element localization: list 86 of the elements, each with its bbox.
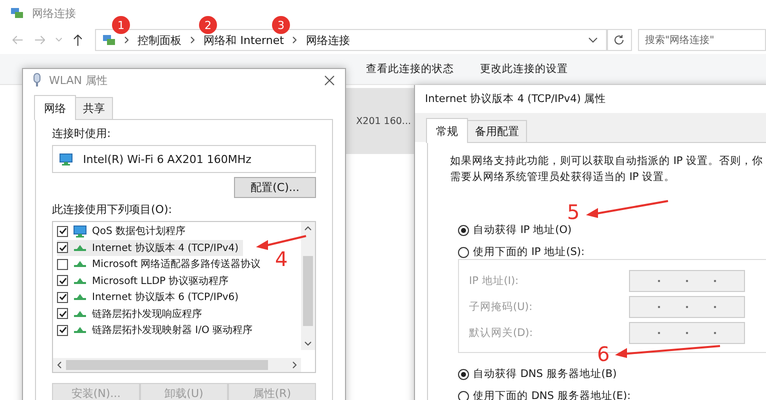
number-badge: 3 bbox=[272, 16, 290, 34]
toolbar-item[interactable]: 查看此连接的状态 bbox=[366, 62, 454, 76]
list-item[interactable]: 链路层拓扑发现映射器 I/O 驱动程序 bbox=[57, 322, 257, 338]
radio-label[interactable]: 使用下面的 IP 地址(S): bbox=[473, 245, 584, 259]
dialog-title: Internet 协议版本 4 (TCP/IPv4) 属性 bbox=[425, 92, 606, 106]
protocol-icon bbox=[73, 310, 87, 318]
network-folder-icon bbox=[10, 7, 24, 19]
number-badge: 2 bbox=[199, 16, 217, 34]
annotation-number: 4 bbox=[275, 247, 288, 271]
refresh-icon bbox=[613, 34, 626, 46]
monitor-icon bbox=[73, 224, 87, 238]
scroll-left-icon[interactable] bbox=[57, 361, 62, 369]
description-text: 如果网络支持此功能，则可以获取自动指派的 IP 设置。否则，你需要从网络系统管理员处获得适当的 IP 设置。 bbox=[450, 154, 764, 185]
checkbox[interactable] bbox=[57, 258, 68, 270]
chevron-icon bbox=[124, 36, 130, 44]
annotation-number: 6 bbox=[597, 342, 610, 366]
dropdown-caret-icon[interactable] bbox=[588, 37, 598, 43]
scroll-up-icon[interactable] bbox=[304, 226, 312, 231]
item-label: Microsoft LLDP 协议驱动程序 bbox=[92, 274, 229, 288]
breadcrumb-item[interactable]: 控制面板 bbox=[138, 32, 182, 48]
wireless-adapter-icon bbox=[33, 73, 41, 87]
list-item[interactable]: 链路层拓扑发现响应程序 bbox=[57, 306, 206, 322]
vertical-scrollbar[interactable] bbox=[301, 222, 315, 350]
field-label: 此连接使用下列项目(O): bbox=[52, 202, 173, 217]
field-label: 连接时使用: bbox=[52, 126, 112, 141]
radio-label[interactable]: 自动获得 DNS 服务器地址(B) bbox=[473, 367, 617, 381]
item-label: Internet 协议版本 6 (TCP/IPv6) bbox=[92, 290, 239, 304]
list-item[interactable]: Internet 协议版本 6 (TCP/IPv6) bbox=[57, 289, 243, 306]
list-item[interactable]: Microsoft LLDP 协议驱动程序 bbox=[57, 272, 233, 289]
scroll-right-icon[interactable] bbox=[292, 361, 297, 369]
list-item[interactable]: Microsoft 网络适配器多路传送器协议 bbox=[57, 256, 265, 272]
search-field[interactable]: 搜索"网络连接" bbox=[638, 29, 766, 51]
radio-label[interactable]: 自动获得 IP 地址(O) bbox=[473, 223, 572, 237]
radio-button[interactable] bbox=[458, 224, 469, 236]
configure-button[interactable]: 配置(C)... bbox=[234, 177, 316, 198]
ip-address-field[interactable] bbox=[629, 322, 745, 344]
item-label: 链路层拓扑发现响应程序 bbox=[92, 308, 202, 321]
up-arrow-icon[interactable] bbox=[73, 34, 83, 46]
address-bar[interactable]: 控制面板 网络和 Internet 网络连接 bbox=[94, 29, 607, 51]
radio-button[interactable] bbox=[458, 246, 469, 258]
protocol-icon bbox=[73, 244, 87, 252]
protocol-icon bbox=[73, 260, 87, 268]
ip-address-field[interactable] bbox=[629, 270, 745, 292]
item-label: Internet 协议版本 4 (TCP/IPv4) bbox=[92, 242, 239, 255]
scroll-down-icon[interactable] bbox=[304, 341, 312, 346]
refresh-button[interactable] bbox=[606, 29, 632, 51]
checkbox[interactable] bbox=[57, 242, 68, 254]
checkbox[interactable] bbox=[57, 324, 68, 336]
window-title: 网络连接 bbox=[32, 6, 76, 20]
ip-address-field[interactable] bbox=[629, 296, 745, 318]
adapter-name: Intel(R) Wi-Fi 6 AX201 160MHz bbox=[83, 152, 252, 166]
toolbar-item[interactable]: 更改此连接的设置 bbox=[480, 62, 568, 76]
dialog-title: WLAN 属性 bbox=[49, 72, 108, 88]
checkbox[interactable] bbox=[57, 226, 68, 237]
network-folder-icon bbox=[102, 34, 116, 46]
list-item[interactable]: Internet 协议版本 4 (TCP/IPv4) bbox=[57, 240, 243, 256]
monitor-icon bbox=[59, 152, 73, 166]
chevron-icon bbox=[292, 36, 298, 44]
dialog-tab[interactable]: 常规 bbox=[426, 118, 468, 143]
list-item[interactable]: QoS 数据包计划程序 bbox=[57, 223, 190, 240]
radio-button[interactable] bbox=[458, 390, 469, 400]
breadcrumb-item[interactable]: 网络和 Internet bbox=[204, 32, 284, 48]
adapter-name: X201 160... bbox=[356, 116, 411, 126]
item-label: 链路层拓扑发现映射器 I/O 驱动程序 bbox=[92, 324, 253, 338]
protocol-icon bbox=[73, 276, 87, 285]
horizontal-scrollbar[interactable] bbox=[53, 358, 301, 372]
item-label: Microsoft 网络适配器多路传送器协议 bbox=[92, 258, 261, 272]
annotation-arrow bbox=[256, 235, 306, 250]
close-icon[interactable] bbox=[324, 74, 335, 86]
dialog-tab[interactable]: 网络 bbox=[34, 95, 76, 120]
item-label: QoS 数据包计划程序 bbox=[92, 224, 186, 238]
field-label: IP 地址(I): bbox=[469, 274, 520, 288]
breadcrumb-item[interactable]: 网络连接 bbox=[306, 32, 350, 48]
checkbox[interactable] bbox=[57, 292, 68, 303]
radio-button[interactable] bbox=[458, 368, 469, 380]
checkbox[interactable] bbox=[57, 308, 68, 320]
checkbox[interactable] bbox=[57, 275, 68, 286]
chevron-icon bbox=[190, 36, 196, 44]
dialog-tab[interactable]: 共享 bbox=[75, 97, 113, 119]
field-label: 默认网关(D): bbox=[469, 326, 534, 340]
protocol-icon bbox=[73, 293, 87, 302]
field-label: 子网掩码(U): bbox=[469, 300, 534, 314]
number-badge: 1 bbox=[112, 16, 130, 34]
annotation-number: 5 bbox=[567, 200, 580, 224]
dialog-tab[interactable]: 备用配置 bbox=[467, 120, 527, 142]
protocol-icon bbox=[73, 326, 87, 334]
